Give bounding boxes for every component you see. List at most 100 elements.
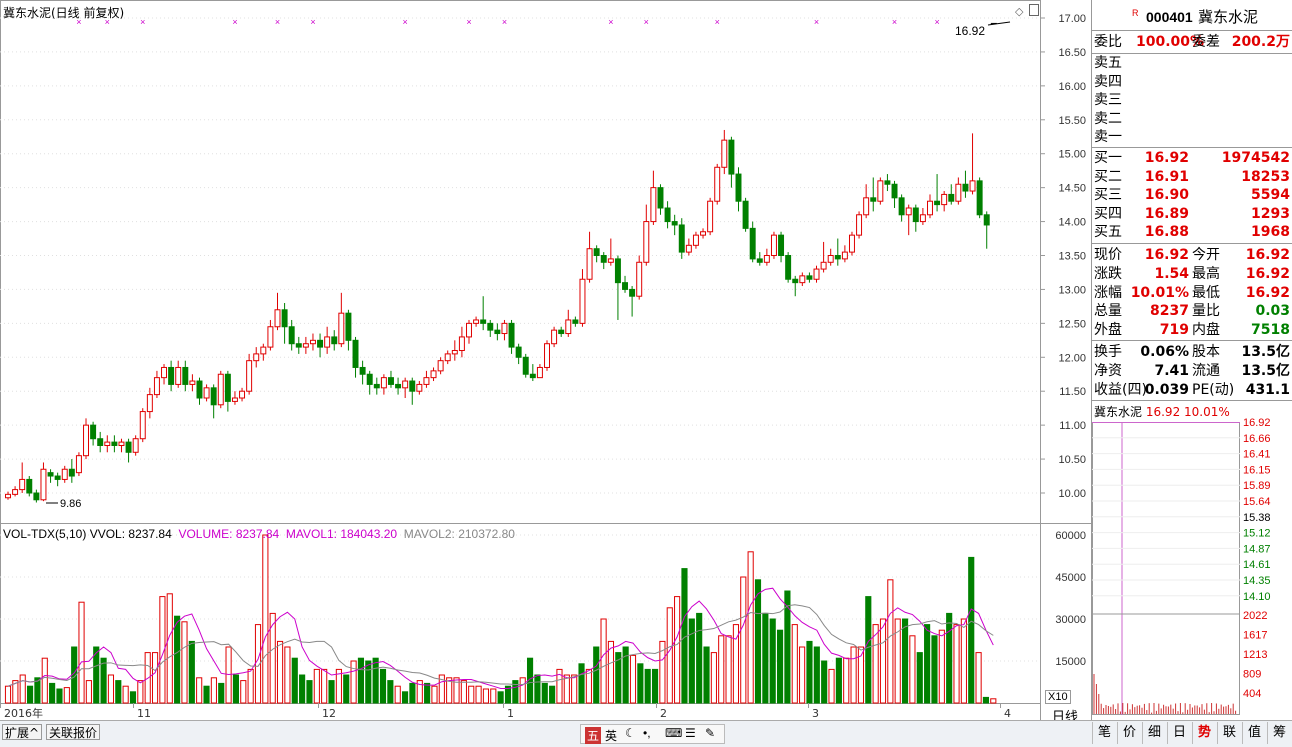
weicha-label: 委差	[1192, 34, 1220, 50]
sell-label: 卖一	[1094, 129, 1122, 145]
ime-mode-icon[interactable]: 五	[585, 727, 602, 744]
candle-body	[544, 343, 550, 368]
buy-label: 买三	[1094, 187, 1122, 203]
candle-body	[68, 468, 75, 477]
stat-value: 7518	[1251, 322, 1290, 339]
candle-body	[217, 373, 224, 406]
candle-body	[182, 366, 189, 385]
candle-body	[494, 329, 501, 335]
right-tab[interactable]: 势	[1192, 722, 1216, 744]
candle-body	[721, 139, 728, 168]
price-tick-label: 13.00	[1058, 284, 1086, 296]
volume-bar	[78, 601, 85, 704]
candle-body	[501, 322, 508, 335]
candle-body	[12, 489, 19, 495]
volume-bar	[225, 646, 232, 704]
volume-bar	[990, 698, 997, 704]
intraday-chart[interactable]: 16.92 16.66 16.41 16.15 15.89 15.64 15.38 15.12…	[1092, 418, 1292, 720]
menu-icon[interactable]: ☰	[685, 726, 696, 740]
stat-label: 现价	[1094, 247, 1122, 263]
volume-bar	[321, 668, 328, 704]
candle-body	[792, 278, 799, 284]
candle-body	[848, 234, 855, 253]
candle-body	[161, 366, 168, 379]
date-tick-label: 4	[1004, 707, 1011, 720]
moon-icon[interactable]: ☾	[625, 726, 636, 740]
candle-body	[834, 255, 841, 260]
related-quote-tab[interactable]: 关联报价	[46, 724, 101, 740]
candle-body	[40, 468, 47, 501]
volume-bar	[63, 687, 70, 704]
volume-bar	[291, 657, 298, 704]
volume-bar	[188, 640, 195, 704]
candle-body	[955, 183, 962, 202]
signal-marker: ×	[403, 17, 408, 27]
candle-body	[593, 248, 600, 256]
stat-label: 内盘	[1192, 322, 1220, 339]
candle-body	[976, 180, 983, 216]
candle-body	[26, 478, 33, 494]
maximize-icon[interactable]	[1029, 4, 1039, 16]
quote-header: R 000401 冀东水泥	[1092, 8, 1292, 26]
buy-row: 买一 16.92 1974542	[1092, 149, 1292, 167]
volume-bar	[953, 624, 960, 704]
volume-bar	[593, 646, 600, 704]
intraday-price-label: 15.12	[1243, 528, 1271, 540]
volume-bar	[343, 674, 350, 704]
intraday-frame	[1092, 422, 1240, 715]
right-tab[interactable]: 价	[1117, 722, 1141, 744]
volume-bar	[534, 674, 541, 704]
diamond-icon[interactable]: ◇	[1015, 5, 1023, 18]
ime-lang-icon[interactable]: 英	[605, 727, 617, 744]
buy-label: 买二	[1094, 168, 1122, 185]
candle-body	[118, 441, 125, 447]
candle-body	[345, 312, 352, 341]
candle-body	[898, 197, 905, 216]
volume-bar	[401, 691, 409, 704]
volume-bar	[4, 685, 12, 704]
price-tick-label: 10.00	[1058, 488, 1086, 500]
candle-body	[536, 366, 543, 379]
mavol1-value: MAVOL1: 184043.20	[285, 527, 398, 541]
kline-chart[interactable]: 17.00 16.50 16.00 15.50 15.00 14.50 14.00 13.50…	[0, 0, 1091, 720]
volume-bar	[828, 668, 835, 704]
candle-body	[331, 336, 338, 345]
right-tab[interactable]: 细	[1142, 722, 1166, 744]
intraday-price: 16.92	[1145, 405, 1181, 419]
fund-label: 净资	[1094, 363, 1122, 379]
wrench-icon[interactable]: ✎	[705, 726, 715, 740]
buy-price: 16.90	[1144, 187, 1189, 203]
right-tab[interactable]: 笔	[1092, 722, 1116, 744]
right-tab[interactable]: 联	[1217, 722, 1241, 744]
candle-body	[813, 268, 820, 280]
right-tab[interactable]: 筹	[1267, 722, 1291, 744]
candle-body	[586, 248, 593, 280]
volume-bar	[975, 652, 982, 704]
candle-body	[281, 309, 288, 328]
volume-bar	[578, 663, 585, 704]
keyboard-icon[interactable]: ⌨	[665, 726, 682, 740]
candle-body	[231, 397, 238, 402]
buy-price: 16.88	[1144, 224, 1189, 240]
candle-body	[749, 227, 756, 260]
buy-price: 16.89	[1144, 205, 1189, 222]
candle-body	[728, 139, 735, 175]
candle-body	[47, 472, 54, 477]
candle-body	[153, 377, 160, 396]
intraday-vol-label: 1213	[1243, 649, 1267, 661]
volume-bar	[129, 691, 137, 704]
weibi-row: 委比 100.00% 委差 200.2万	[1092, 33, 1292, 51]
intraday-vol-label: 809	[1243, 669, 1261, 681]
right-tab[interactable]: 日	[1167, 722, 1191, 744]
price-tick-label: 16.50	[1058, 47, 1086, 59]
candle-body	[891, 183, 898, 199]
dots-icon[interactable]: •,	[643, 726, 651, 740]
expand-tab[interactable]: 扩展^	[2, 724, 43, 740]
candle-body	[395, 383, 402, 389]
right-tab[interactable]: 值	[1242, 722, 1266, 744]
candle-body	[614, 258, 621, 284]
volume-bar	[835, 657, 842, 704]
stat-value: 1.54	[1154, 265, 1189, 282]
intraday-vol-label: 1617	[1243, 630, 1267, 642]
price-tick-label: 11.00	[1059, 420, 1086, 432]
